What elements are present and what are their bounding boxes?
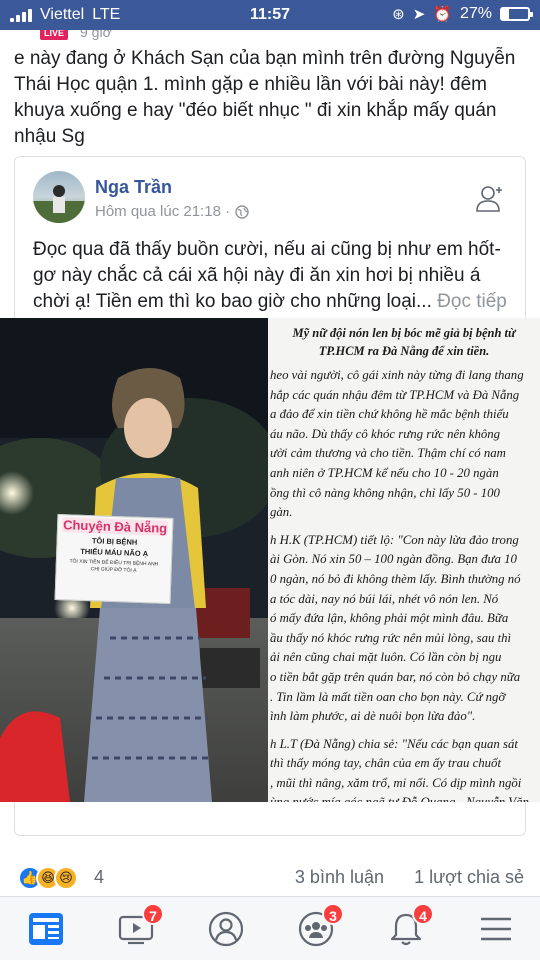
nav-watch[interactable]: 7 — [112, 903, 164, 953]
nav-menu[interactable] — [472, 905, 520, 953]
shared-author-name[interactable]: Nga Trần — [95, 177, 172, 198]
hamburger-menu-icon — [481, 917, 511, 941]
status-bar: Viettel LTE 11:57 ⊛ ➤ ⏰ 27% — [0, 0, 540, 30]
shared-text-body: Đọc qua đã thấy buồn cười, nếu ai cũng b… — [33, 239, 501, 312]
groups-badge: 3 — [322, 903, 344, 925]
reaction-count[interactable]: 4 — [94, 867, 104, 888]
reaction-icons[interactable]: 👍 😆 😢 — [18, 866, 78, 890]
article-line: heo vài người, cô gái xinh này từng đi l… — [270, 368, 524, 382]
live-badge: LIVE — [40, 30, 69, 40]
bottom-navigation: 7 3 4 — [0, 896, 540, 960]
nav-notifications[interactable]: 4 — [382, 903, 434, 953]
comments-count-link[interactable]: 3 bình luận — [295, 867, 384, 888]
read-more-link[interactable]: Đọc tiếp — [437, 291, 507, 312]
article-line: gàn. — [270, 505, 293, 520]
photo-woman-with-sign: Chuyện Đà Nẵng TÔI BỊ BỆNH THIẾU MÁU NÃO… — [0, 318, 268, 802]
sign-small-text: TÔI XIN TIỀN ĐỂ ĐIỀU TRỊ BỆNH ANH CHỊ GI… — [69, 558, 159, 574]
shares-count-link[interactable]: 1 lượt chia sẻ — [414, 867, 524, 888]
article-line: ồng thì cô nàng không nhận, chỉ lấy 50 -… — [270, 485, 500, 500]
article-line: ầu thấy nó khóc rưng rức nên mủi lòng, s… — [270, 630, 512, 645]
article-line: h H.K (TP.HCM) tiết lộ: "Con này lừa đảo… — [270, 532, 519, 547]
protest-sign: Chuyện Đà Nẵng TÔI BỊ BỆNH THIẾU MÁU NÃO… — [54, 514, 174, 604]
article-line: ải nên cũng chai mặt luôn. Có lần còn bị… — [270, 650, 502, 665]
rotation-lock-icon: ⊛ — [392, 6, 405, 23]
nav-profile[interactable] — [202, 905, 250, 953]
shared-post-meta: Hôm qua lúc 21:18 · — [95, 203, 249, 220]
reactions-bar: 👍 😆 😢 4 3 bình luận 1 lượt chia sẻ — [14, 864, 526, 892]
article-line: a tóc dài, nay nó búi lái, nhét vô nón l… — [270, 591, 499, 606]
location-icon: ➤ — [412, 6, 426, 23]
nav-news-feed[interactable] — [22, 905, 70, 953]
article-line: , mũi thì nâng, xăm trổ, mi nối. Có dịp … — [270, 775, 522, 790]
battery-level — [502, 9, 510, 19]
article-line: thì thấy móng tay, chân của em ấy trau c… — [270, 756, 502, 771]
battery-icon — [500, 7, 533, 21]
article-line: ó mấy đứa lận, không phải một mình đâu. … — [270, 611, 509, 626]
post-time-partial: 9 giờ — [80, 30, 112, 40]
avatar[interactable] — [33, 171, 85, 223]
article-title: Mỹ nữ đội nón len bị bóc mẽ giả bị bệnh … — [292, 326, 516, 358]
article-line: ài Gòn. Nó xin 50 – 100 ngàn đồng. Bạn đ… — [270, 552, 517, 567]
profile-icon — [208, 911, 244, 947]
article-line: áu não. Dù thấy cô khóc rưng rức nên khô… — [270, 426, 501, 441]
post-text: e này đang ở Khách Sạn của bạn mình trên… — [14, 48, 516, 147]
article-line: anh niên ở TP.HCM kể nếu cho 10 - 20 ngà… — [270, 465, 499, 480]
shared-image[interactable]: Chuyện Đà Nẵng TÔI BỊ BỆNH THIẾU MÁU NÃO… — [0, 318, 540, 802]
article-line: . Tin lầm là mất tiền oan cho bọn này. C… — [270, 689, 506, 704]
sad-icon: 😢 — [54, 866, 78, 890]
article-line: ười cảm thương và cho tiền. Thậm chí có … — [270, 446, 506, 461]
nav-groups[interactable]: 3 — [292, 903, 344, 953]
alarm-icon: ⏰ — [433, 6, 452, 23]
article-line: hắp các quán nhậu đêm từ TP.HCM và Đà Nẵ… — [270, 387, 520, 402]
article-line: ùng nước mía góc ngã tư Đỗ Quang - Nguyễ… — [270, 793, 540, 802]
news-feed-icon — [29, 913, 63, 945]
post-header-partial: LIVE 9 giờ — [0, 30, 540, 42]
add-friend-icon[interactable] — [475, 183, 505, 213]
avatar-photo-icon — [33, 185, 85, 223]
shared-post-time: Hôm qua lúc 21:18 · — [95, 203, 231, 220]
status-right: ⊛ ➤ ⏰ 27% — [392, 5, 533, 23]
article-line: 0 ngàn, nó bỏ đi không thèm lấy. Bình th… — [270, 571, 521, 586]
article-line: h L.T (Đà Nẵng) chia sẻ: "Nếu các bạn qu… — [270, 736, 518, 751]
notifications-badge: 4 — [412, 903, 434, 925]
video-badge: 7 — [142, 903, 164, 925]
article-line: o tiền bắt gặp trên quán bar, nó còn bỏ … — [270, 669, 521, 684]
article-line: ình làm phước, ai dè nuôi bọn lừa đảo". — [270, 709, 476, 724]
article-clipping: Mỹ nữ đội nón len bị bóc mẽ giả bị bệnh … — [268, 318, 540, 802]
battery-percent: 27% — [459, 5, 492, 22]
shared-post-text: Đọc qua đã thấy buồn cười, nếu ai cũng b… — [33, 237, 519, 315]
sign-title: Chuyện Đà Nẵng — [61, 517, 169, 536]
article-line: a đảo để xin tiền chứ không hề mắc bệnh … — [270, 407, 509, 422]
article-body: heo vài người, cô gái xinh này từng đi l… — [268, 360, 540, 802]
globe-icon — [235, 204, 249, 219]
